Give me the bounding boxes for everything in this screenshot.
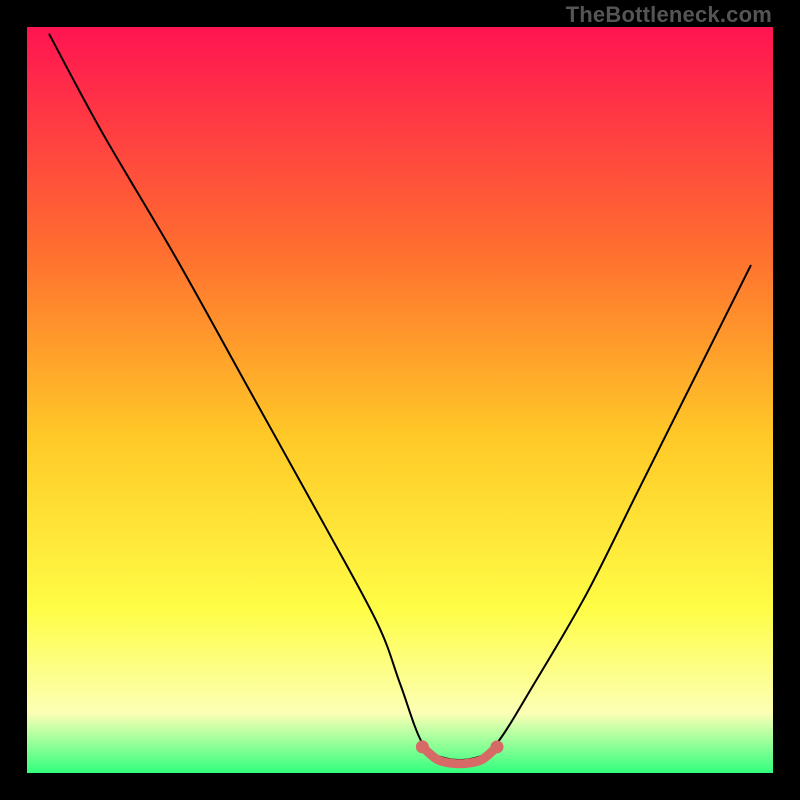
optimal-band-endpoint-right [490, 740, 503, 753]
plot-background [27, 27, 773, 773]
optimal-band-endpoint-left [416, 740, 429, 753]
watermark-text: TheBottleneck.com [566, 2, 772, 28]
bottleneck-chart [0, 0, 800, 800]
